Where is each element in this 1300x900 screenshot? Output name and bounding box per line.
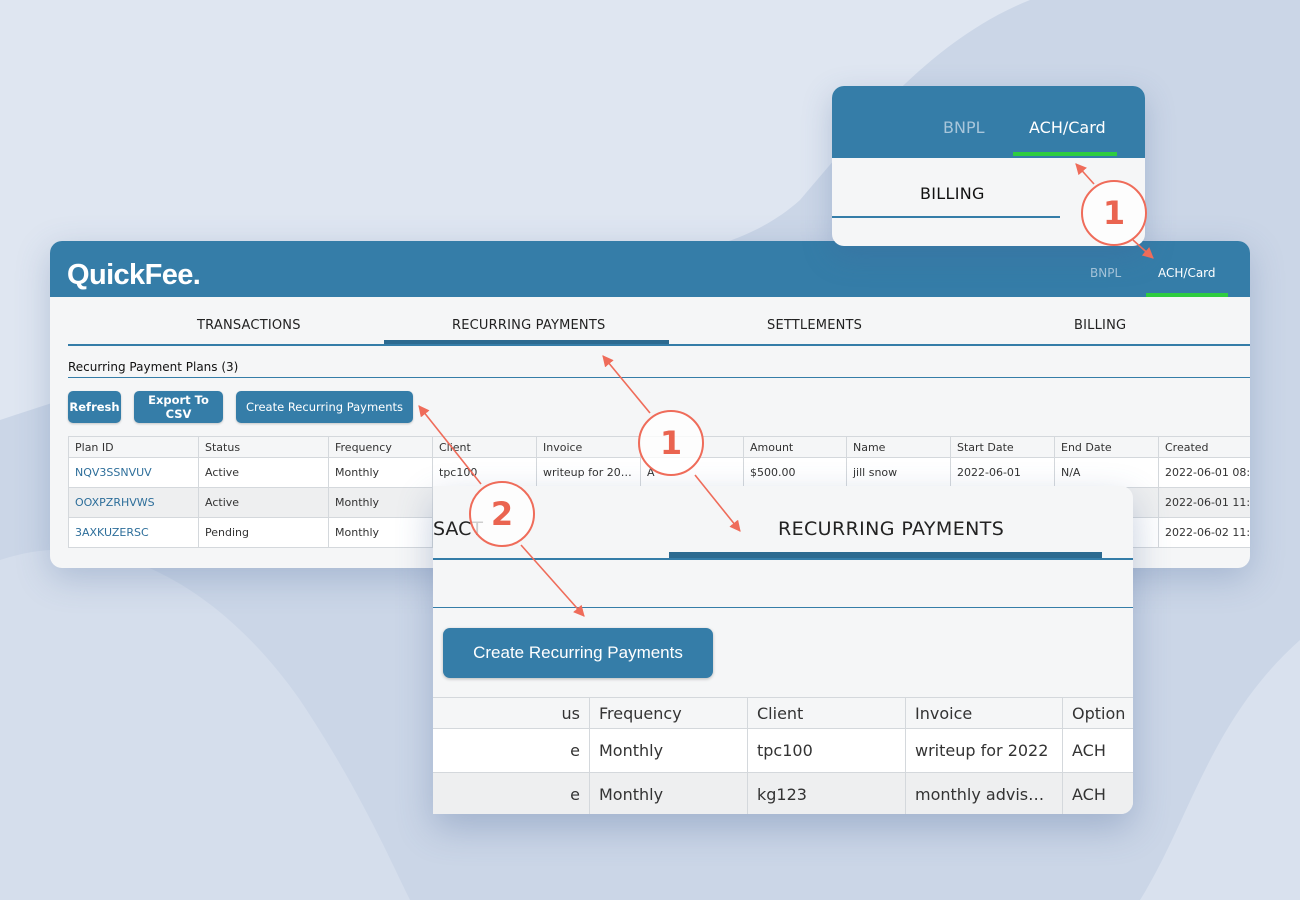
zoom-create-recurring-payments-button[interactable]: Create Recurring Payments <box>443 628 713 678</box>
table-cell: 2022-06-02 11:... <box>1158 517 1250 548</box>
table-cell: ACH <box>1062 772 1133 814</box>
table-row[interactable]: e Monthly kg123 monthly advisory service… <box>433 772 1133 814</box>
table-cell: ACH <box>1062 728 1133 773</box>
zoom-header-bar: BNPL ACH/Card <box>832 86 1145 158</box>
table-cell: N/A <box>1054 457 1159 488</box>
table-cell: 2022-06-01 08:... <box>1158 457 1250 488</box>
column-header[interactable]: Name <box>846 436 951 458</box>
column-header[interactable]: Amount <box>743 436 847 458</box>
zoom-nav-divider <box>433 558 1133 560</box>
export-csv-button[interactable]: Export To CSV <box>134 391 223 423</box>
zoom-table-header-row: us Frequency Client Invoice Option <box>433 697 1133 729</box>
header-tab-ach-card[interactable]: ACH/Card <box>1158 266 1216 280</box>
column-header[interactable]: Start Date <box>950 436 1055 458</box>
column-header[interactable]: Invoice <box>536 436 641 458</box>
table-cell: Monthly <box>589 728 748 773</box>
column-header[interactable]: Client <box>432 436 537 458</box>
quickfee-logo: QuickFee. <box>67 259 201 291</box>
table-cell: Active <box>198 487 329 518</box>
column-header[interactable]: Created <box>1158 436 1250 458</box>
tab-recurring-payments[interactable]: RECURRING PAYMENTS <box>452 318 605 333</box>
callout-badge-1: 1 <box>1081 180 1147 246</box>
table-cell: jill snow <box>846 457 951 488</box>
plan-id-link[interactable]: 3AXKUZERSC <box>68 517 199 548</box>
column-header[interactable]: Frequency <box>328 436 433 458</box>
zoom-tab-recurring-payments[interactable]: RECURRING PAYMENTS <box>778 518 1004 540</box>
plan-id-link[interactable]: NQV3SSNVUV <box>68 457 199 488</box>
table-cell: Monthly <box>328 487 433 518</box>
table-row[interactable]: e Monthly tpc100 writeup for 2022 ACH <box>433 728 1133 773</box>
tab-transactions[interactable]: TRANSACTIONS <box>197 318 301 333</box>
callout-badge-2: 2 <box>469 481 535 547</box>
callout-badge-1-main: 1 <box>638 410 704 476</box>
table-cell: Monthly <box>328 517 433 548</box>
column-header[interactable]: Client <box>747 697 906 729</box>
header-tab-bnpl[interactable]: BNPL <box>1090 266 1121 280</box>
table-cell: kg123 <box>747 772 906 814</box>
create-recurring-payments-button[interactable]: Create Recurring Payments <box>236 391 413 423</box>
table-cell: monthly advisory services <box>905 772 1063 814</box>
plan-id-link[interactable]: OOXPZRHVWS <box>68 487 199 518</box>
zoom-tab-ach-card[interactable]: ACH/Card <box>1029 118 1106 137</box>
main-nav: TRANSACTIONS RECURRING PAYMENTS SETTLEME… <box>68 297 1250 346</box>
table-cell: writeup for 2022 <box>536 457 641 488</box>
column-header[interactable]: Status <box>198 436 329 458</box>
zoom-table: us Frequency Client Invoice Option e Mon… <box>433 697 1133 814</box>
table-cell: tpc100 <box>747 728 906 773</box>
zoom-active-tab-indicator <box>1013 152 1117 156</box>
zoom-divider <box>832 216 1060 218</box>
table-cell: Active <box>198 457 329 488</box>
column-header[interactable]: End Date <box>1054 436 1159 458</box>
tab-billing[interactable]: BILLING <box>1074 318 1126 333</box>
table-cell: writeup for 2022 <box>905 728 1063 773</box>
zoom-panel-recurring: SACT RECURRING PAYMENTS Create Recurring… <box>433 486 1133 814</box>
zoom-section-divider <box>433 607 1133 608</box>
table-cell: 2022-06-01 <box>950 457 1055 488</box>
column-header[interactable]: Plan ID <box>68 436 199 458</box>
table-cell: e <box>433 772 590 814</box>
table-cell: Monthly <box>589 772 748 814</box>
zoom-tab-billing[interactable]: BILLING <box>920 184 985 203</box>
section-divider <box>68 377 1250 378</box>
table-cell: $500.00 <box>743 457 847 488</box>
table-cell: Monthly <box>328 457 433 488</box>
table-cell: 2022-06-01 11:... <box>1158 487 1250 518</box>
table-cell: tpc100 <box>432 457 537 488</box>
tab-settlements[interactable]: SETTLEMENTS <box>767 318 862 333</box>
zoom-tab-bnpl[interactable]: BNPL <box>943 118 985 137</box>
app-header: QuickFee. BNPL ACH/Card <box>50 241 1250 297</box>
column-header[interactable]: Frequency <box>589 697 748 729</box>
active-tab-indicator <box>384 340 669 344</box>
table-cell: e <box>433 728 590 773</box>
table-cell: Pending <box>198 517 329 548</box>
refresh-button[interactable]: Refresh <box>68 391 121 423</box>
column-header[interactable]: us <box>433 697 590 729</box>
column-header[interactable]: Invoice <box>905 697 1063 729</box>
column-header[interactable]: Option <box>1062 697 1133 729</box>
section-title: Recurring Payment Plans (3) <box>68 360 239 374</box>
